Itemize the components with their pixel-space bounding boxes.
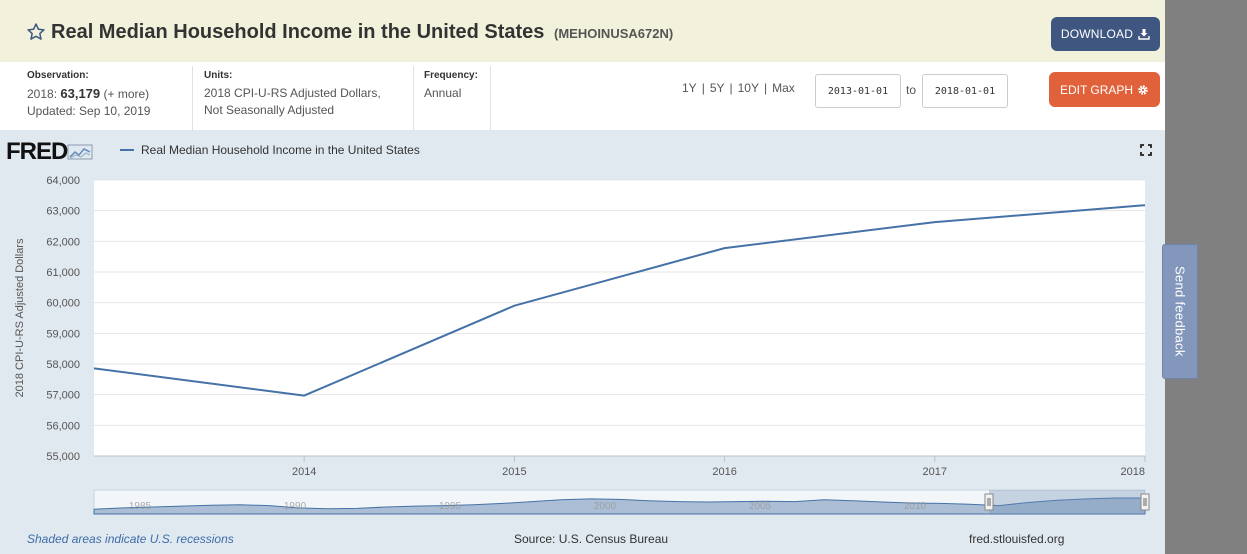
y-tick-label: 58,000 (46, 359, 80, 371)
series-header: Real Median Household Income in the Unit… (0, 0, 1165, 62)
range-1y-link[interactable]: 1Y (682, 81, 697, 95)
range-separator: | (729, 81, 733, 95)
range-5y-link[interactable]: 5Y (710, 81, 725, 95)
observation-year: 2018: (27, 87, 58, 101)
divider (413, 66, 414, 130)
series-title: Real Median Household Income in the Unit… (51, 21, 545, 43)
site-url: fred.stlouisfed.org (969, 532, 1065, 546)
y-tick-label: 61,000 (46, 267, 80, 279)
range-separator: | (763, 81, 768, 95)
units-line-2: Not Seasonally Adjusted (204, 103, 335, 117)
navigator-tick-label: 1990 (284, 501, 307, 512)
page-title: Real Median Household Income in the Unit… (51, 21, 673, 44)
updated-date: Updated: Sep 10, 2019 (27, 104, 151, 118)
send-feedback-button[interactable]: Send feedback (1162, 244, 1198, 379)
navigator-tick-label: 1985 (129, 501, 152, 512)
data-point[interactable] (91, 365, 97, 371)
x-tick-label: 2014 (292, 466, 316, 478)
observation-line: 2018: 63,179 (+ more) (27, 85, 150, 103)
series-meta: Observation: 2018: 63,179 (+ more) Updat… (0, 62, 1165, 130)
data-point[interactable] (1142, 202, 1148, 208)
range-10y-link[interactable]: 10Y (738, 81, 759, 95)
x-tick-label: 2015 (502, 466, 526, 478)
y-tick-label: 57,000 (46, 390, 80, 402)
divider (192, 66, 193, 130)
observation-more-link[interactable]: (+ more) (103, 87, 149, 101)
gear-icon (1138, 84, 1148, 95)
edit-graph-label: EDIT GRAPH (1059, 82, 1134, 97)
navigator-tick-label: 2010 (904, 501, 927, 512)
frequency-label: Frequency: (424, 70, 478, 81)
data-point[interactable] (301, 393, 307, 399)
edit-graph-button[interactable]: EDIT GRAPH (1049, 72, 1160, 107)
navigator-handle[interactable] (1140, 493, 1150, 511)
units-block: Units: 2018 CPI-U-RS Adjusted Dollars, N… (204, 70, 381, 119)
observation-value: 63,179 (60, 86, 101, 101)
x-tick-label: 2017 (923, 466, 947, 478)
navigator-tick-label: 1995 (439, 501, 462, 512)
x-tick-label: 2018 (1121, 466, 1145, 478)
start-date-input[interactable]: 2013-01-01 (815, 74, 901, 108)
data-point[interactable] (932, 219, 938, 225)
y-tick-label: 60,000 (46, 298, 80, 310)
download-button[interactable]: DOWNLOAD (1051, 17, 1160, 51)
divider (490, 66, 491, 130)
page: Real Median Household Income in the Unit… (0, 0, 1165, 554)
line-chart: 55,000 56,000 57,000 58,000 59,000 60,000 61,0… (14, 175, 1150, 515)
navigator-selection[interactable] (989, 490, 1145, 514)
y-tick-label: 59,000 (46, 328, 80, 340)
y-tick-label: 64,000 (46, 175, 80, 187)
frequency-block: Frequency: Annual (424, 70, 478, 102)
range-links: 1Y | 5Y | 10Y | Max (682, 81, 795, 95)
range-separator: | (701, 81, 705, 95)
x-tick-label: 2016 (712, 466, 736, 478)
download-icon (1138, 29, 1150, 40)
download-label: DOWNLOAD (1060, 27, 1134, 41)
units-line-1: 2018 CPI-U-RS Adjusted Dollars, (204, 86, 381, 100)
data-point[interactable] (511, 303, 517, 309)
data-point[interactable] (722, 245, 728, 251)
frequency-value: Annual (424, 86, 462, 100)
navigator-handle[interactable] (984, 493, 994, 511)
y-tick-label: 55,000 (46, 451, 80, 463)
send-feedback-label: Send feedback (1172, 266, 1188, 357)
units-label: Units: (204, 70, 233, 81)
navigator-tick-label: 2000 (594, 501, 617, 512)
observation-block: Observation: 2018: 63,179 (+ more) Updat… (27, 70, 150, 120)
observation-label: Observation: (27, 70, 89, 81)
plot-area (94, 180, 1145, 456)
end-date-input[interactable]: 2018-01-01 (922, 74, 1008, 108)
y-tick-label: 62,000 (46, 236, 80, 248)
source-text: Source: U.S. Census Bureau (514, 532, 669, 546)
range-max-link[interactable]: Max (772, 81, 795, 95)
y-axis-label: 2018 CPI-U-RS Adjusted Dollars (14, 238, 26, 397)
to-label: to (906, 83, 917, 97)
navigator-tick-label: 2005 (749, 501, 772, 512)
star-icon[interactable] (26, 22, 46, 42)
y-tick-label: 56,000 (46, 420, 80, 432)
recession-note: Shaded areas indicate U.S. recessions (27, 532, 234, 546)
series-id: (MEHOINUSA672N) (553, 26, 674, 41)
y-tick-label: 63,000 (46, 206, 80, 218)
